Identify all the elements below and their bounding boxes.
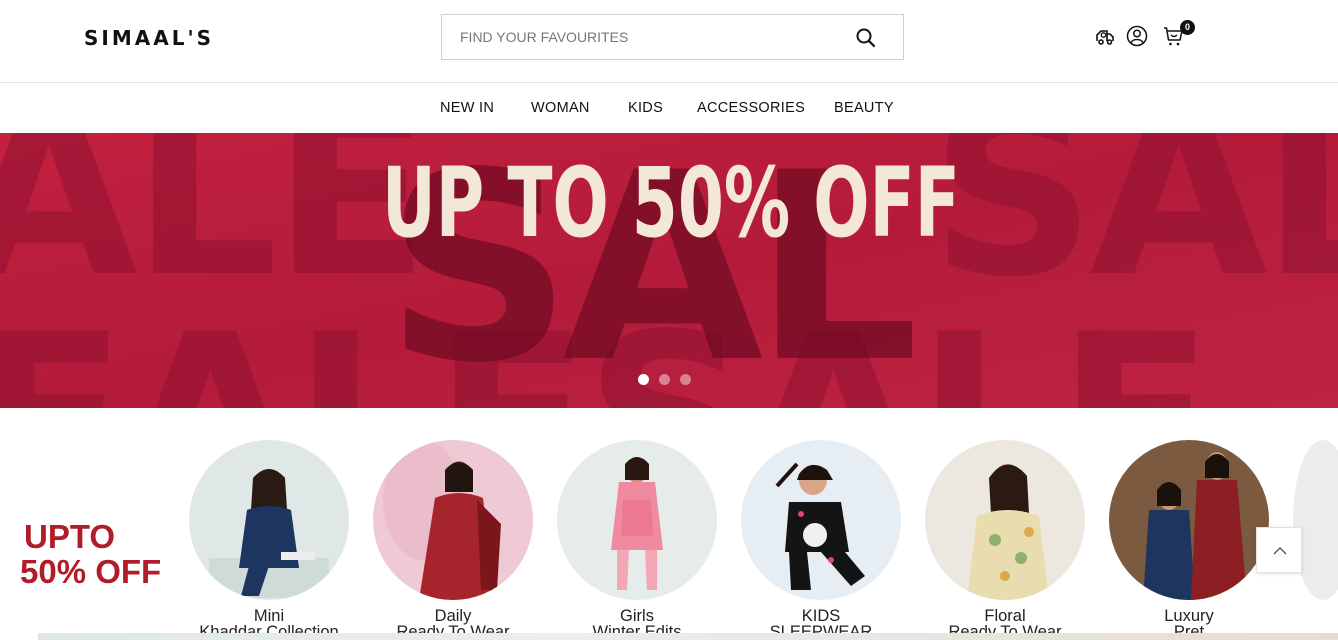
promo-text: UPTO 50% OFF xyxy=(20,519,190,589)
search-input[interactable] xyxy=(442,15,842,59)
hero-sale-background: ALE SAL EALESALE SAL UP TO 50% OFF xyxy=(0,133,1338,408)
promo-line-2: 50% OFF xyxy=(20,553,162,590)
category-kids-sleepwear[interactable]: KIDS SLEEPWEAR xyxy=(741,440,901,640)
carousel-dot-2[interactable] xyxy=(659,374,670,385)
carousel-dot-3[interactable] xyxy=(680,374,691,385)
category-luxury-pret[interactable]: Luxury Pret xyxy=(1109,440,1269,640)
site-header: SIMAAL'S 0 xyxy=(0,0,1338,83)
hero-headline: UP TO 50% OFF xyxy=(382,147,960,259)
category-next-peek[interactable] xyxy=(1293,440,1338,600)
promo-line-1: UPTO xyxy=(24,518,116,555)
search-bar xyxy=(441,14,904,60)
cart-count-badge: 0 xyxy=(1180,20,1195,35)
search-icon xyxy=(856,28,876,48)
chevron-up-icon xyxy=(1273,547,1287,555)
category-floral-rtw[interactable]: Floral Ready To Wear xyxy=(925,440,1085,640)
category-image xyxy=(1109,440,1269,600)
search-button[interactable] xyxy=(855,27,877,49)
main-nav: NEW IN WOMAN KIDS ACCESSORIES BEAUTY xyxy=(0,83,1338,133)
nav-item-new-in[interactable]: NEW IN xyxy=(440,100,494,116)
category-image xyxy=(373,440,533,600)
track-order-icon xyxy=(1096,30,1114,45)
carousel-dot-1[interactable] xyxy=(638,374,649,385)
nav-item-beauty[interactable]: BEAUTY xyxy=(834,100,894,116)
nav-item-kids[interactable]: KIDS xyxy=(628,100,663,116)
scroll-to-top-button[interactable] xyxy=(1256,527,1302,573)
account-icon xyxy=(1126,25,1148,47)
brand-logo[interactable]: SIMAAL'S xyxy=(84,26,214,50)
track-order-button[interactable] xyxy=(1094,25,1116,47)
nav-item-woman[interactable]: WOMAN xyxy=(531,100,590,116)
nav-item-accessories[interactable]: ACCESSORIES xyxy=(697,100,805,116)
category-image xyxy=(557,440,717,600)
category-mini-khaddar[interactable]: Mini Khaddar Collection xyxy=(189,440,349,640)
category-daily-rtw[interactable]: Daily Ready To Wear xyxy=(373,440,533,640)
category-girls-winter[interactable]: Girls Winter Edits xyxy=(557,440,717,640)
category-image xyxy=(189,440,349,600)
account-button[interactable] xyxy=(1126,25,1148,47)
hero-banner[interactable]: ALE SAL EALESALE SAL UP TO 50% OFF xyxy=(0,133,1338,408)
category-image xyxy=(741,440,901,600)
category-image xyxy=(925,440,1085,600)
next-section-peek xyxy=(38,633,1338,640)
